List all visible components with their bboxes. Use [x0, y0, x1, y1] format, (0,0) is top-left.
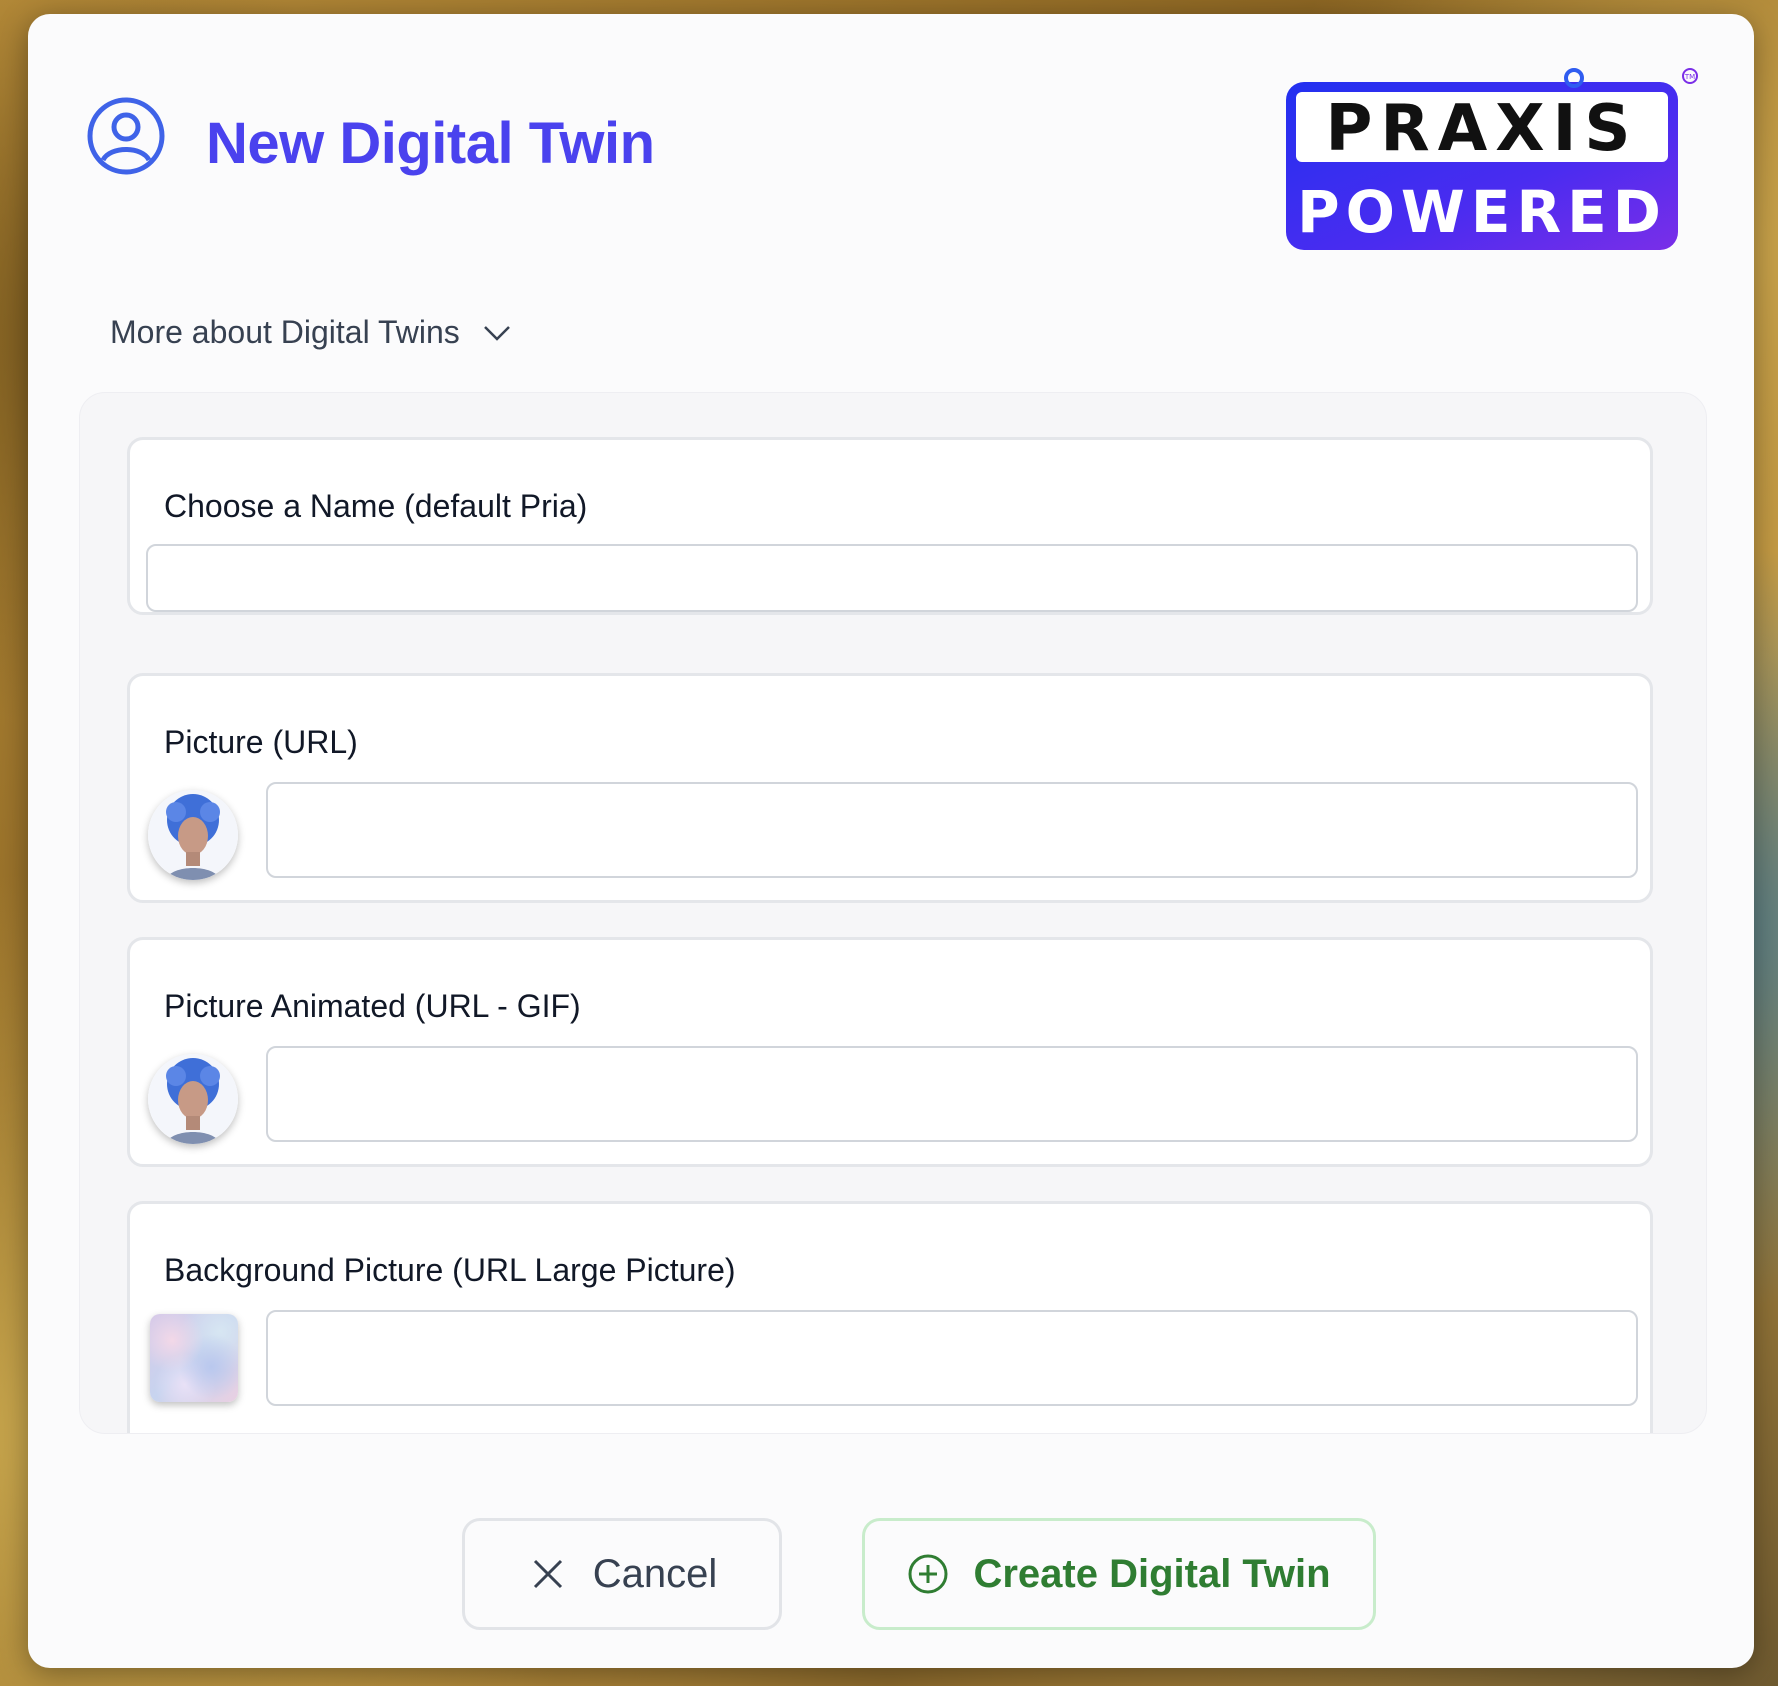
background-preview-thumbnail	[150, 1314, 238, 1402]
logo-line2: POWERED	[1297, 178, 1667, 246]
more-about-toggle[interactable]: More about Digital Twins	[110, 314, 512, 351]
background-field-card: Background Picture (URL Large Picture)	[127, 1201, 1653, 1433]
page-title: New Digital Twin	[206, 111, 655, 176]
picture-animated-field-card: Picture Animated (URL - GIF)	[127, 937, 1653, 1167]
trademark-mark: TM	[1684, 73, 1695, 81]
picture-url-input[interactable]	[266, 782, 1638, 878]
praxis-powered-logo: PRAXIS POWERED TM	[1286, 68, 1698, 250]
new-digital-twin-dialog: New Digital Twin PRAXIS POWERED TM More …	[28, 14, 1754, 1668]
picture-field-card: Picture (URL)	[127, 673, 1653, 903]
more-about-label: More about Digital Twins	[110, 314, 460, 350]
form-scroll-area[interactable]: Choose a Name (default Pria) Picture (UR…	[79, 392, 1707, 1434]
picture-preview-avatar	[148, 790, 238, 880]
cancel-label: Cancel	[592, 1551, 718, 1596]
name-field-card: Choose a Name (default Pria)	[127, 437, 1653, 615]
user-circle-icon	[87, 97, 165, 175]
create-digital-twin-button[interactable]: Create Digital Twin	[862, 1518, 1376, 1630]
close-icon	[533, 1559, 562, 1589]
picture-label: Picture (URL)	[164, 724, 358, 760]
picture-animated-preview-avatar	[148, 1054, 238, 1144]
logo-line1: PRAXIS	[1326, 92, 1639, 166]
name-input[interactable]	[146, 544, 1638, 612]
chevron-down-icon	[483, 325, 510, 341]
create-label: Create Digital Twin	[973, 1551, 1331, 1596]
picture-animated-url-input[interactable]	[266, 1046, 1638, 1142]
cancel-button[interactable]: Cancel	[462, 1518, 782, 1630]
background-url-input[interactable]	[266, 1310, 1638, 1406]
plus-circle-icon	[908, 1554, 948, 1594]
picture-animated-label: Picture Animated (URL - GIF)	[164, 988, 581, 1024]
name-label: Choose a Name (default Pria)	[164, 488, 588, 524]
background-label: Background Picture (URL Large Picture)	[164, 1252, 736, 1288]
